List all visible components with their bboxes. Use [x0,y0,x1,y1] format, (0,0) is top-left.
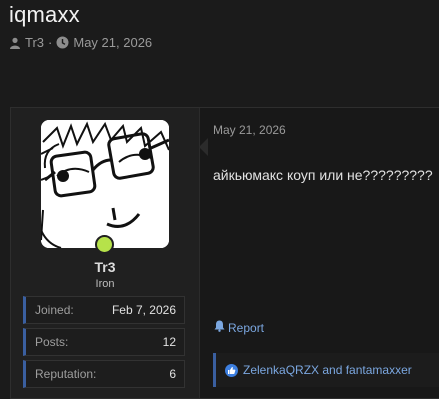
online-status-dot [95,235,114,254]
avatar[interactable] [41,120,169,248]
post-date[interactable]: May 21, 2026 [213,123,286,137]
thread-author-link[interactable]: Tr3 [25,35,44,50]
user-rank: Iron [95,278,115,290]
meta-separator: · [48,35,53,50]
reactions-bar[interactable]: ZelenkaQRZX and fantamaxxer [213,353,439,387]
avatar-drawing [41,120,169,248]
post: Tr3 Iron Joined: Feb 7, 2026 Posts: 12 R… [10,107,439,399]
stat-label: Reputation: [35,367,97,381]
report-label: Report [228,320,265,335]
bell-icon [214,320,225,335]
thread-meta: Tr3 · May 21, 2026 [9,35,152,50]
thread-date[interactable]: May 21, 2026 [73,35,152,50]
clock-icon [56,36,69,49]
stat-label: Joined: [35,303,74,317]
stat-value: Feb 7, 2026 [111,303,176,317]
stat-label: Posts: [35,335,69,349]
user-icon [9,37,21,49]
message-arrow [199,138,208,156]
thread-title: iqmaxx [9,2,80,27]
post-username[interactable]: Tr3 [11,259,199,275]
stat-joined: Joined: Feb 7, 2026 [23,296,185,324]
stat-posts: Posts: 12 [23,328,185,356]
like-icon [225,363,238,377]
reactions-text[interactable]: ZelenkaQRZX and fantamaxxer [243,363,412,377]
stat-value: 12 [162,335,176,349]
post-body: айкьюмакс коуп или не????????? [213,167,433,183]
stat-reputation: Reputation: 6 [23,360,185,388]
stat-value: 6 [169,367,176,381]
report-link[interactable]: Report [214,320,264,335]
post-user-cell: Tr3 Iron Joined: Feb 7, 2026 Posts: 12 R… [11,108,200,398]
